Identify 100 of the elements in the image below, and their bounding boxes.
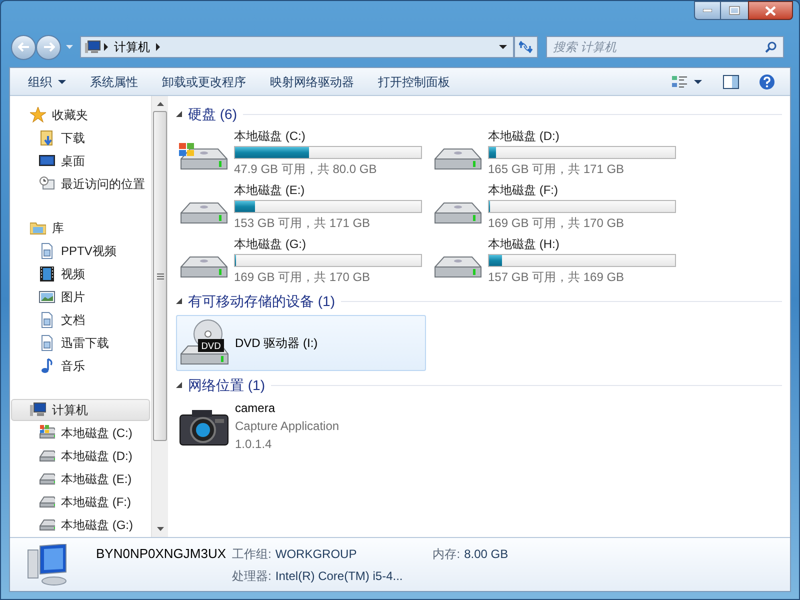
- device-info: 1.0.1.4: [235, 436, 273, 453]
- caret-icon: [694, 80, 702, 84]
- workgroup-label: 工作组:: [232, 546, 272, 564]
- refresh-icon: [519, 41, 533, 53]
- nav-item[interactable]: 本地磁盘 (E:): [10, 467, 151, 490]
- film-icon: [39, 266, 55, 282]
- device-name: camera: [235, 400, 276, 417]
- nav-header[interactable]: 收藏夹: [11, 104, 150, 126]
- chevron-icon: [101, 43, 111, 51]
- drive-space-text: 165 GB 可用，共 171 GB: [488, 161, 626, 177]
- toolbar-button[interactable]: 组织: [22, 70, 72, 92]
- nav-item[interactable]: 桌面: [10, 149, 151, 172]
- drive-icon: [39, 516, 55, 532]
- scroll-up-icon: [156, 102, 164, 106]
- nav-item[interactable]: 音乐: [10, 354, 151, 377]
- memory-value: 8.00 GB: [464, 546, 508, 564]
- nav-header[interactable]: 库: [11, 217, 150, 239]
- processor-label: 处理器:: [232, 568, 272, 585]
- grip-icon: [156, 272, 164, 280]
- drive-space-text: 169 GB 可用，共 170 GB: [234, 269, 372, 285]
- star-icon: [30, 107, 46, 123]
- drive-icon: [39, 494, 55, 510]
- nav-item[interactable]: 本地磁盘 (C:): [10, 421, 151, 444]
- system-drive-icon: [39, 424, 55, 440]
- forward-button[interactable]: [36, 34, 61, 60]
- drive-tile[interactable]: 本地磁盘 (E:) 153 GB 可用，共 171 GB: [176, 182, 430, 231]
- help-icon: [759, 74, 775, 90]
- drive-icon: [39, 448, 55, 464]
- drive-space-text: 47.9 GB 可用，共 80.0 GB: [234, 161, 378, 177]
- forward-arrow-icon: [42, 42, 54, 52]
- minimize-icon: [703, 9, 712, 12]
- drive-name: 本地磁盘 (C:): [234, 128, 306, 144]
- nav-item[interactable]: 本地磁盘 (G:): [10, 513, 151, 536]
- drive-space-text: 169 GB 可用，共 170 GB: [488, 215, 626, 231]
- device-tile[interactable]: camera Capture Application 1.0.1.4: [176, 399, 426, 454]
- nav-item[interactable]: 本地磁盘 (F:): [10, 490, 151, 513]
- drive-tile[interactable]: 本地磁盘 (C:) 47.9 GB 可用，共 80.0 GB: [176, 128, 430, 177]
- picture-icon: [39, 288, 55, 304]
- toolbar-button[interactable]: 打开控制面板: [372, 70, 456, 92]
- nav-item[interactable]: 本地磁盘 (D:): [10, 444, 151, 467]
- dvd-label: DVD: [201, 342, 221, 352]
- nav-item[interactable]: 文档: [10, 308, 151, 331]
- scrollbar[interactable]: [151, 96, 168, 537]
- maximize-icon: [729, 6, 740, 15]
- dropdown-caret-icon[interactable]: [499, 45, 507, 49]
- toolbar-button[interactable]: 系统属性: [84, 70, 144, 92]
- computer-icon: [30, 402, 46, 418]
- computer-icon: [85, 40, 101, 54]
- drive-name: 本地磁盘 (F:): [488, 182, 559, 198]
- computer-name: BYN0NP0XNGJM3UX: [96, 545, 226, 564]
- nav-item[interactable]: 图片: [10, 285, 151, 308]
- view-list-icon: [672, 74, 688, 88]
- search-field[interactable]: 搜索 计算机: [546, 36, 784, 58]
- drive-tile[interactable]: 本地磁盘 (F:) 169 GB 可用，共 170 GB: [430, 182, 684, 231]
- scroll-thumb[interactable]: [153, 111, 167, 441]
- document-icon: [39, 334, 55, 350]
- drive-space-text: 157 GB 可用，共 169 GB: [488, 269, 626, 285]
- drive-tile[interactable]: 本地磁盘 (G:) 169 GB 可用，共 170 GB: [176, 236, 430, 285]
- collapse-triangle-icon: [176, 382, 182, 388]
- drive-tile[interactable]: 本地磁盘 (H:) 157 GB 可用，共 169 GB: [430, 236, 684, 285]
- close-button[interactable]: [748, 1, 793, 20]
- music-note-icon: [39, 358, 55, 374]
- toolbar-button[interactable]: 映射网络驱动器: [264, 70, 360, 92]
- folder-icon: [30, 220, 46, 236]
- group-header[interactable]: 硬盘 (6): [188, 104, 237, 124]
- address-bar[interactable]: 计算机: [80, 36, 514, 58]
- nav-item[interactable]: 最近访问的位置: [10, 172, 151, 195]
- document-icon: [39, 242, 55, 258]
- drive-name: 本地磁盘 (G:): [234, 236, 307, 252]
- monitor-icon: [39, 152, 55, 168]
- workgroup-value: WORKGROUP: [275, 546, 357, 564]
- search-icon: [765, 41, 777, 53]
- nav-item[interactable]: 视频: [10, 262, 151, 285]
- preview-pane-icon: [723, 74, 739, 88]
- collapse-triangle-icon: [176, 298, 182, 304]
- group-header[interactable]: 有可移动存储的设备 (1): [188, 290, 335, 312]
- minimize-button[interactable]: [694, 1, 721, 20]
- memory-label: 内存:: [432, 546, 460, 564]
- chevron-icon: [153, 43, 163, 51]
- drive-name: 本地磁盘 (E:): [234, 182, 306, 198]
- drive-name: 本地磁盘 (H:): [488, 236, 560, 252]
- toolbar-button[interactable]: 卸载或更改程序: [156, 70, 252, 92]
- close-icon: [765, 6, 776, 16]
- drive-tile[interactable]: 本地磁盘 (D:) 165 GB 可用，共 171 GB: [430, 128, 684, 177]
- group-header[interactable]: 网络位置 (1): [188, 374, 265, 396]
- nav-header[interactable]: 计算机: [11, 399, 150, 421]
- nav-item[interactable]: 迅雷下载: [10, 331, 151, 354]
- nav-item[interactable]: PPTV视频: [10, 239, 151, 262]
- back-arrow-icon: [18, 42, 30, 52]
- device-tile[interactable]: DVD DVD 驱动器 (I:): [176, 315, 426, 371]
- back-button[interactable]: [11, 34, 36, 60]
- caret-icon: [66, 45, 73, 49]
- dvd-drive-icon: [180, 320, 228, 364]
- maximize-button[interactable]: [721, 1, 748, 20]
- recent-places-icon: [39, 176, 55, 192]
- refresh-button[interactable]: [514, 36, 538, 58]
- nav-item[interactable]: 下载: [10, 126, 151, 149]
- processor-value: Intel(R) Core(TM) i5-4...: [275, 568, 403, 585]
- breadcrumb[interactable]: 计算机: [111, 38, 153, 56]
- drive-name: 本地磁盘 (D:): [488, 128, 560, 144]
